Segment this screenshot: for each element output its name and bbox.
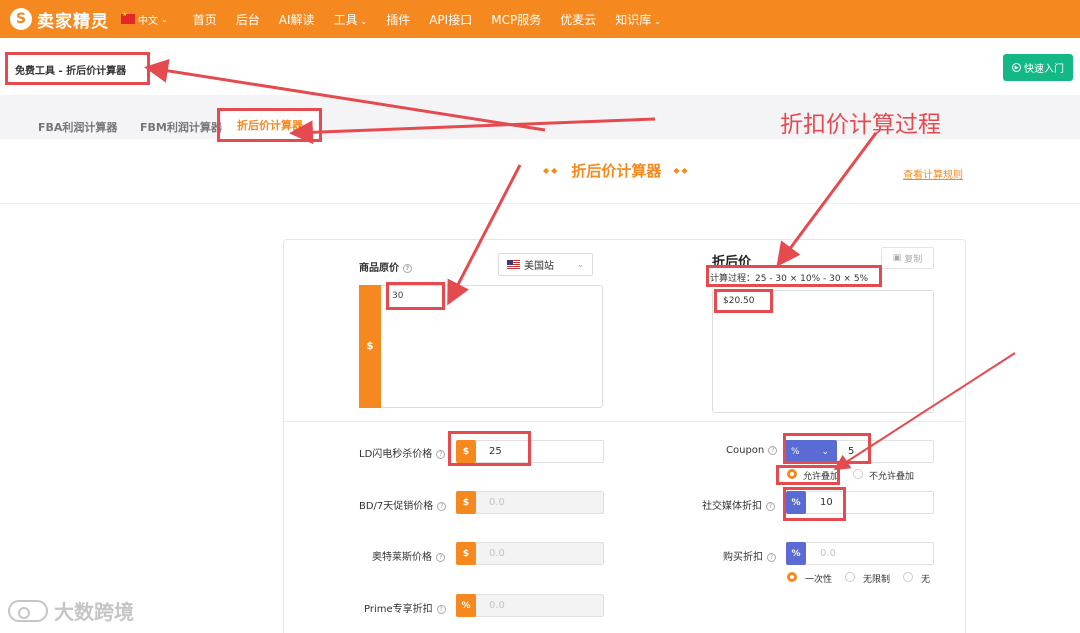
watermark: 大数跨境: [8, 596, 134, 625]
watermark-text: 大数跨境: [54, 600, 134, 624]
arrow-to-coupon: [833, 352, 1016, 471]
arrow-to-breadcrumb: [144, 58, 546, 132]
arrow-to-price: [447, 164, 522, 306]
arrow-to-process: [776, 132, 878, 267]
page: S 卖家精灵 中文 ⌄ 首页 后台 AI解读 工具⌄ 插件 API接口 MCP服…: [0, 0, 1080, 633]
annotation-arrows: [144, 58, 1016, 471]
arrow-to-tab: [289, 117, 656, 145]
watermark-logo-icon: [8, 599, 48, 622]
